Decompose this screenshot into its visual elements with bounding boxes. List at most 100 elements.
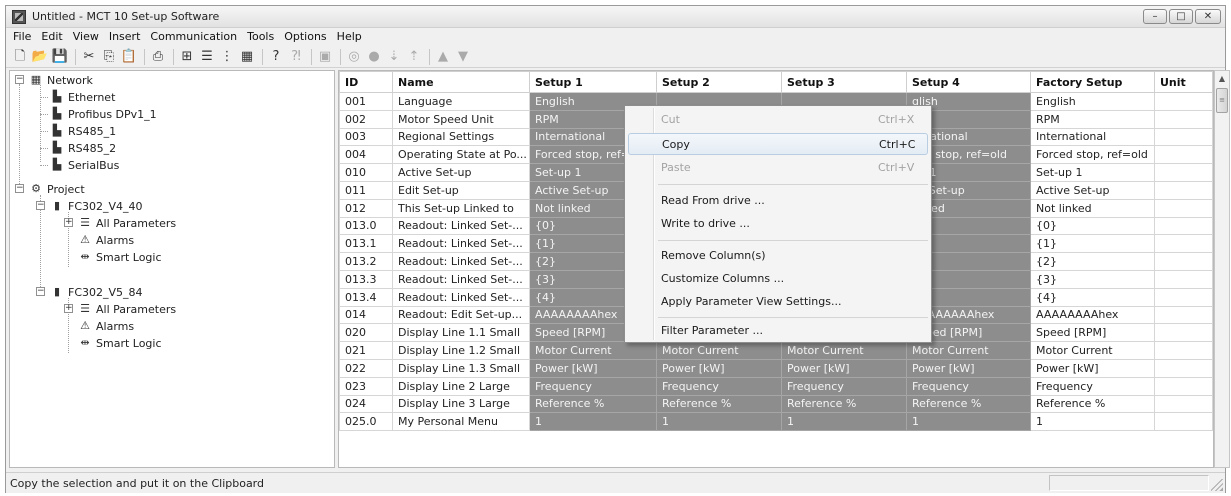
unit-value-cell[interactable] [1154, 305, 1213, 325]
param-id-cell[interactable]: 013.1 [339, 234, 393, 254]
upload-icon[interactable]: ⇡ [405, 48, 423, 66]
drive-icon[interactable]: ▣ [316, 48, 334, 66]
factory-value-cell[interactable]: English [1030, 92, 1155, 111]
setup-3-value-cell[interactable]: Frequency [781, 376, 907, 396]
unit-value-cell[interactable] [1154, 216, 1213, 236]
unit-value-cell[interactable] [1154, 412, 1213, 432]
unit-value-cell[interactable] [1154, 180, 1213, 200]
param-id-cell[interactable]: 013.4 [339, 287, 393, 307]
ctx-paste-item[interactable]: Paste Ctrl+V [628, 157, 928, 179]
param-name-cell[interactable]: Readout: Linked Set-... [392, 216, 530, 236]
up-arrow-icon[interactable]: ▲ [434, 48, 452, 66]
param-name-cell[interactable]: Display Line 1.3 Small [392, 358, 530, 378]
setup-2-value-cell[interactable]: Reference % [656, 394, 782, 414]
table-row[interactable]: 022 Display Line 1.3 Small Power [kW] Power… [339, 358, 1213, 378]
tree-network[interactable]: ▦ Network [29, 72, 93, 88]
table-row[interactable]: 025.0 My Personal Menu 1 1 1 1 1 [339, 412, 1213, 432]
ctx-read-from-drive-item[interactable]: Read From drive ... [628, 190, 928, 212]
param-id-cell[interactable]: 023 [339, 376, 393, 396]
unit-value-cell[interactable] [1154, 127, 1213, 147]
setup-2-value-cell[interactable]: 1 [656, 412, 782, 432]
param-id-cell[interactable]: 004 [339, 145, 393, 165]
print-icon[interactable]: ⎙ [149, 48, 167, 66]
factory-value-cell[interactable]: {2} [1030, 252, 1155, 271]
resize-grip-icon[interactable] [1211, 479, 1223, 491]
setup-2-value-cell[interactable]: Frequency [656, 376, 782, 396]
column-header-id[interactable]: ID [339, 71, 393, 93]
cut-icon[interactable]: ✂ [80, 48, 98, 66]
param-name-cell[interactable]: Active Set-up [392, 163, 530, 182]
minimize-button[interactable]: – [1143, 9, 1167, 24]
tree-profibus[interactable]: ▙ Profibus DPv1_1 [50, 106, 157, 122]
tree-smart-logic[interactable]: ⇹ Smart Logic [78, 335, 161, 351]
tree-all-parameters[interactable]: ☰ All Parameters [78, 215, 176, 231]
column-header-setup-4[interactable]: Setup 4 [906, 71, 1031, 93]
unit-value-cell[interactable] [1154, 394, 1213, 414]
param-id-cell[interactable]: 025.0 [339, 412, 393, 432]
unit-value-cell[interactable] [1154, 269, 1213, 289]
view-icon[interactable]: ▦ [238, 48, 256, 66]
view-icon[interactable]: ⋮ [218, 48, 236, 66]
menu-communication[interactable]: Communication [145, 28, 242, 46]
ctx-remove-columns-item[interactable]: Remove Column(s) [628, 245, 928, 267]
tree-smart-logic[interactable]: ⇹ Smart Logic [78, 249, 161, 265]
tree-alarms[interactable]: ⚠ Alarms [78, 232, 134, 248]
factory-value-cell[interactable]: Not linked [1030, 198, 1155, 218]
param-name-cell[interactable]: Display Line 2 Large [392, 376, 530, 396]
column-header-setup-3[interactable]: Setup 3 [781, 71, 907, 93]
view-icon[interactable]: ☰ [198, 48, 216, 66]
maximize-button[interactable]: □ [1169, 9, 1193, 24]
context-help-icon[interactable]: ⁈ [287, 48, 305, 66]
ctx-customize-columns-item[interactable]: Customize Columns ... [628, 268, 928, 290]
menu-options[interactable]: Options [279, 28, 331, 46]
setup-4-value-cell[interactable]: Motor Current [906, 341, 1031, 360]
param-name-cell[interactable]: Motor Speed Unit [392, 109, 530, 129]
param-id-cell[interactable]: 013.3 [339, 269, 393, 289]
table-row[interactable]: 023 Display Line 2 Large Frequency Frequenc… [339, 376, 1213, 396]
factory-value-cell[interactable]: {1} [1030, 234, 1155, 254]
param-name-cell[interactable]: Operating State at Po... [392, 145, 530, 165]
tree-project[interactable]: ⚙ Project [29, 181, 85, 197]
factory-value-cell[interactable]: 1 [1030, 412, 1155, 432]
menu-edit[interactable]: Edit [36, 28, 67, 46]
param-id-cell[interactable]: 012 [339, 198, 393, 218]
factory-value-cell[interactable]: AAAAAAAAhex [1030, 305, 1155, 325]
ctx-filter-parameter-item[interactable]: Filter Parameter ... [628, 320, 928, 342]
param-name-cell[interactable]: Language [392, 92, 530, 111]
param-id-cell[interactable]: 013.2 [339, 252, 393, 271]
down-arrow-icon[interactable]: ▼ [454, 48, 472, 66]
unit-value-cell[interactable] [1154, 323, 1213, 343]
menu-tools[interactable]: Tools [242, 28, 279, 46]
expand-parameters-button[interactable]: + [64, 218, 73, 227]
param-id-cell[interactable]: 011 [339, 180, 393, 200]
paste-icon[interactable]: 📋 [120, 48, 138, 66]
factory-value-cell[interactable]: Power [kW] [1030, 358, 1155, 378]
connect-icon[interactable]: ◎ [345, 48, 363, 66]
param-name-cell[interactable]: Edit Set-up [392, 180, 530, 200]
collapse-drive-button[interactable]: − [36, 201, 45, 210]
param-id-cell[interactable]: 024 [339, 394, 393, 414]
factory-value-cell[interactable]: Reference % [1030, 394, 1155, 414]
unit-value-cell[interactable] [1154, 92, 1213, 111]
unit-value-cell[interactable] [1154, 341, 1213, 360]
table-row[interactable]: 024 Display Line 3 Large Reference % Refere… [339, 394, 1213, 414]
new-icon[interactable]: 🗋 [11, 48, 29, 66]
param-name-cell[interactable]: Display Line 1.1 Small [392, 323, 530, 343]
unit-value-cell[interactable] [1154, 358, 1213, 378]
setup-4-value-cell[interactable]: Frequency [906, 376, 1031, 396]
factory-value-cell[interactable]: RPM [1030, 109, 1155, 129]
param-name-cell[interactable]: Readout: Linked Set-... [392, 287, 530, 307]
setup-1-value-cell[interactable]: Frequency [529, 376, 657, 396]
setup-1-value-cell[interactable]: Power [kW] [529, 358, 657, 378]
param-name-cell[interactable]: Display Line 1.2 Small [392, 341, 530, 360]
copy-icon[interactable]: ⎘ [100, 48, 118, 66]
param-id-cell[interactable]: 001 [339, 92, 393, 111]
unit-value-cell[interactable] [1154, 287, 1213, 307]
close-button[interactable]: ✕ [1195, 9, 1221, 24]
setup-4-value-cell[interactable]: Power [kW] [906, 358, 1031, 378]
ctx-write-to-drive-item[interactable]: Write to drive ... [628, 213, 928, 235]
factory-value-cell[interactable]: {3} [1030, 269, 1155, 289]
param-id-cell[interactable]: 014 [339, 305, 393, 325]
scrollbar-thumb[interactable]: ≡ [1216, 88, 1228, 113]
param-name-cell[interactable]: Regional Settings [392, 127, 530, 147]
